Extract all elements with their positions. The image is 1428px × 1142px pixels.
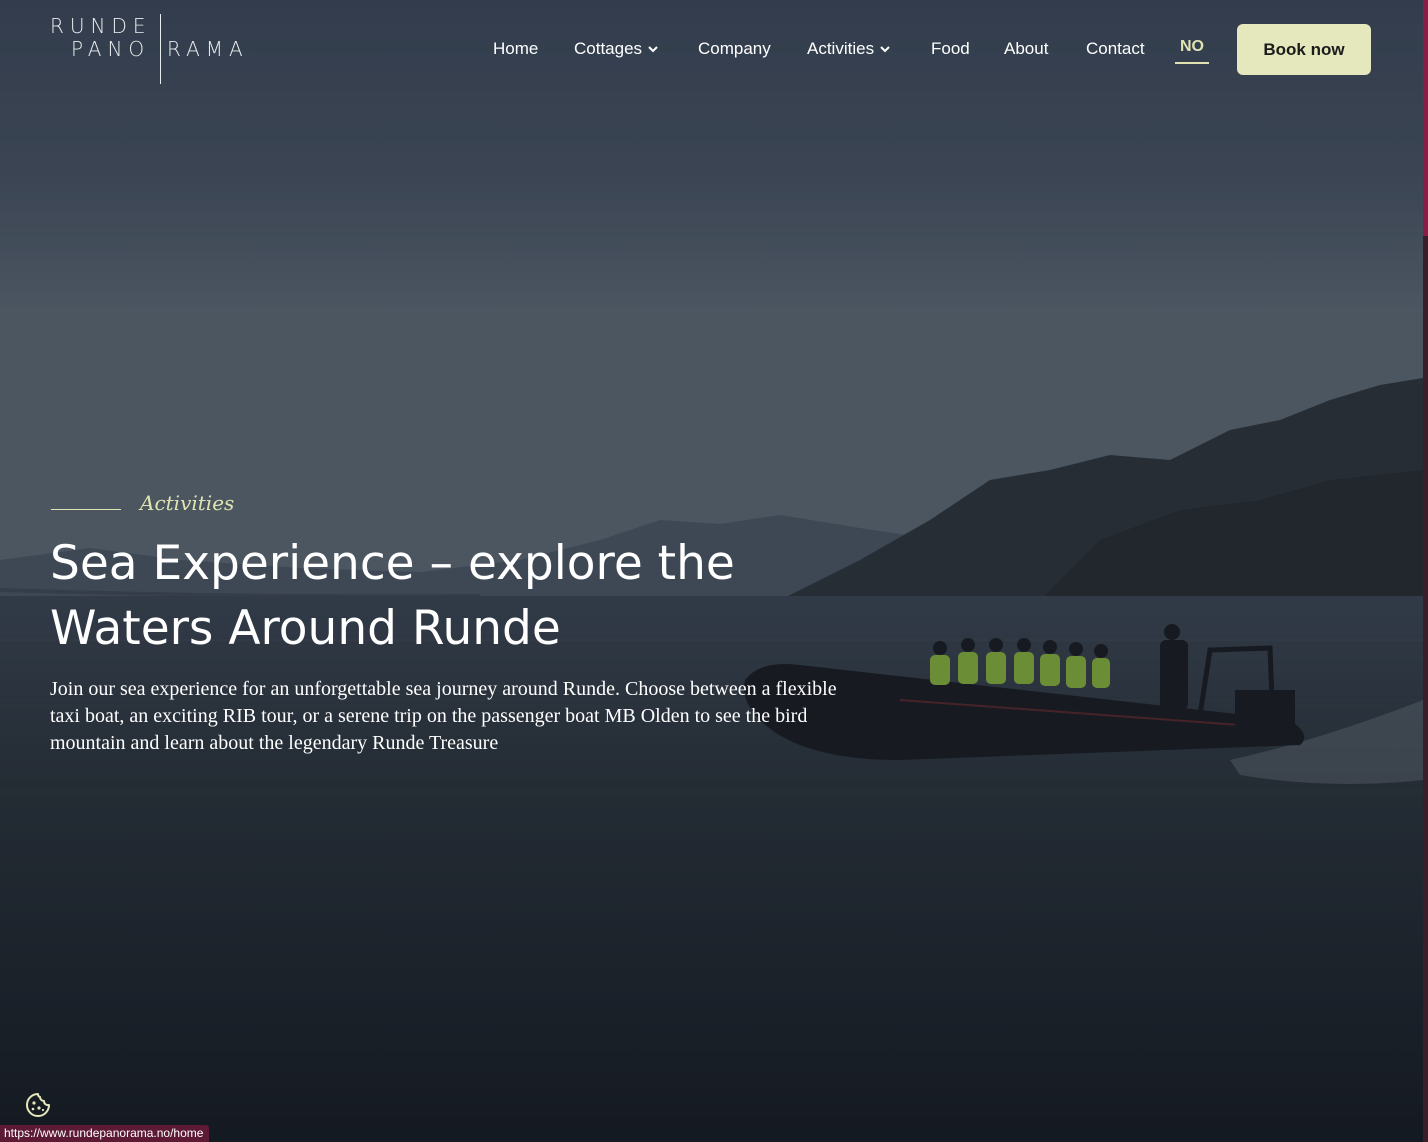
- nav-item-contact[interactable]: Contact: [1086, 37, 1145, 61]
- hero-section: RUNDE PANO RAMA Home Cottages Company Ac…: [0, 0, 1423, 1142]
- section-eyebrow: Activities: [140, 491, 235, 515]
- status-bar-url: https://www.rundepanorama.no/home: [0, 1125, 210, 1142]
- language-switch[interactable]: NO: [1175, 36, 1209, 64]
- chevron-down-icon: [880, 46, 890, 53]
- eyebrow-divider: [51, 509, 121, 510]
- nav-item-label: Contact: [1086, 39, 1145, 58]
- chevron-down-icon: [648, 46, 658, 53]
- page-title: Sea Experience – explore the Waters Arou…: [50, 536, 735, 656]
- cookie-icon[interactable]: [24, 1091, 52, 1119]
- main-navigation: Home Cottages Company Activities Food Ab…: [0, 37, 1423, 63]
- nav-item-label: Home: [493, 39, 539, 58]
- nav-item-label: About: [1004, 39, 1049, 58]
- nav-item-company[interactable]: Company: [698, 37, 771, 61]
- nav-item-label: Activities: [807, 39, 875, 58]
- hero-intro-text: Join our sea experience for an unforgett…: [50, 678, 837, 754]
- nav-item-cottages[interactable]: Cottages: [574, 37, 660, 61]
- nav-item-home[interactable]: Home: [493, 37, 538, 61]
- nav-item-about[interactable]: About: [1004, 37, 1048, 61]
- nav-item-food[interactable]: Food: [931, 37, 970, 61]
- scrollbar-thumb[interactable]: [1423, 0, 1428, 236]
- logo-text-runde: RUNDE: [50, 14, 152, 38]
- page-scrollbar[interactable]: [1423, 0, 1428, 1142]
- nav-item-label: Company: [698, 39, 771, 58]
- book-now-button[interactable]: Book now: [1237, 24, 1371, 75]
- nav-item-label: Cottages: [574, 39, 643, 58]
- nav-item-activities[interactable]: Activities: [807, 37, 892, 61]
- nav-item-label: Food: [931, 39, 970, 58]
